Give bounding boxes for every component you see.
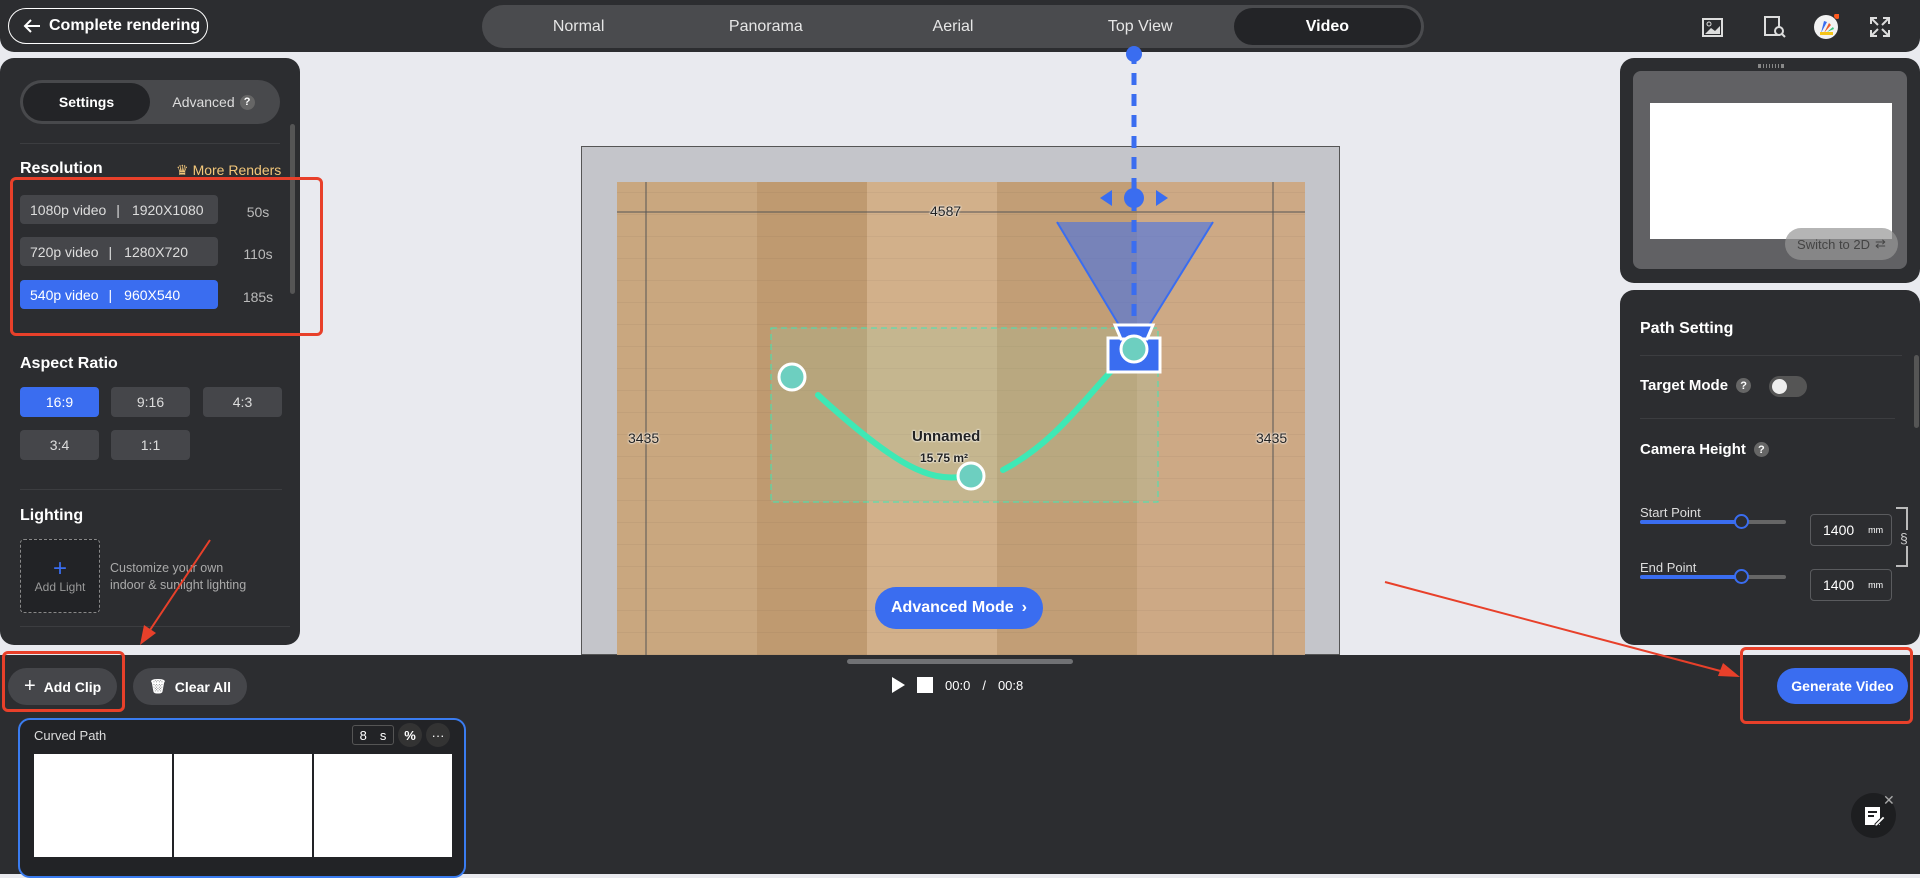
divider — [20, 143, 280, 144]
advanced-mode-label: Advanced Mode — [890, 599, 1014, 616]
end-height-input[interactable]: 1400 mm — [1810, 569, 1892, 601]
start-height-input[interactable]: 1400 mm — [1810, 514, 1892, 546]
left-dimension: 3435 — [628, 430, 660, 446]
camera-fov-cone — [1057, 222, 1213, 340]
target-mode-toggle[interactable] — [1769, 376, 1807, 397]
panel-scrollbar[interactable] — [1914, 355, 1919, 428]
end-height-slider[interactable] — [1640, 569, 1786, 584]
aspect-9-16[interactable]: 9:16 — [111, 387, 190, 417]
switch-icon: ⇄ — [1875, 236, 1886, 251]
advanced-mode-button[interactable]: Advanced Mode › — [875, 587, 1043, 629]
trash-icon: 🗑 — [149, 678, 167, 694]
rotate-handle — [1124, 188, 1144, 208]
path-setting-title: Path Setting — [1640, 320, 1734, 337]
right-dimension: 3435 — [1256, 430, 1288, 446]
plus-icon: + — [52, 555, 67, 582]
divider — [20, 489, 282, 490]
path-start-point[interactable] — [777, 362, 807, 392]
switch-2d-button[interactable]: Switch to 2D ⇄ — [1785, 228, 1898, 260]
chevron-right-icon: › — [1021, 599, 1027, 616]
clip-thumbnail — [174, 754, 312, 857]
drag-handle-icon[interactable] — [1758, 64, 1784, 68]
current-time: 00:0 — [945, 677, 971, 693]
unlink-icon[interactable]: % — [398, 723, 422, 747]
more-options-icon[interactable]: ··· — [426, 723, 450, 747]
annotation-box — [1740, 647, 1913, 724]
camera-height-row: Camera Height? — [1640, 441, 1769, 458]
annotation-box — [2, 651, 125, 712]
path-setting-panel: Path Setting Target Mode? Camera Height?… — [1620, 290, 1920, 645]
target-mode-row: Target Mode? — [1640, 377, 1752, 394]
clip-thumbnail — [314, 754, 452, 857]
direction-end-handle — [1126, 46, 1142, 62]
stop-icon[interactable] — [917, 677, 933, 693]
close-icon[interactable]: ✕ — [1883, 792, 1895, 809]
help-icon[interactable]: ? — [1736, 378, 1752, 393]
tab-advanced[interactable]: Advanced? — [150, 83, 277, 121]
resolution-title: Resolution — [20, 160, 103, 177]
end-point-label: End Point — [1640, 560, 1697, 575]
aspect-1-1[interactable]: 1:1 — [111, 430, 190, 460]
timeline-scrollbar[interactable] — [847, 659, 1073, 664]
annotation-box — [10, 177, 323, 336]
help-icon[interactable]: ? — [1753, 442, 1769, 457]
clip-title: Curved Path — [34, 728, 107, 743]
aspect-16-9[interactable]: 16:9 — [20, 387, 99, 417]
room-area: 15.75 m² — [920, 451, 969, 465]
clip-thumbnail — [34, 754, 172, 857]
clip-card[interactable]: Curved Path 8s % ··· — [18, 718, 466, 878]
aspect-4-3[interactable]: 4:3 — [203, 387, 282, 417]
settings-tabs: Settings Advanced? — [20, 80, 280, 124]
aspect-ratio-title: Aspect Ratio — [20, 355, 118, 372]
add-light-button[interactable]: + Add Light — [20, 539, 100, 613]
clear-all-button[interactable]: 🗑 Clear All — [133, 668, 248, 705]
lighting-description: Customize your own indoor & sunlight ligh… — [110, 561, 247, 592]
link-icon[interactable]: § — [1900, 530, 1908, 546]
lighting-title: Lighting — [20, 507, 84, 524]
room-name: Unnamed — [912, 428, 981, 445]
path-end-point[interactable] — [1119, 334, 1149, 364]
aspect-3-4[interactable]: 3:4 — [20, 430, 99, 460]
divider — [20, 626, 290, 627]
note-edit-icon — [1864, 806, 1885, 826]
start-height-slider[interactable] — [1640, 514, 1786, 529]
help-icon[interactable]: ? — [239, 94, 255, 110]
play-icon[interactable] — [891, 676, 905, 694]
start-point-label: Start Point — [1640, 505, 1701, 520]
clip-duration-input[interactable]: 8s — [352, 725, 394, 745]
path-mid-point[interactable] — [956, 461, 986, 491]
playback-controls: 00:0 / 00:8 — [891, 676, 1023, 694]
camera-preview-panel[interactable]: Switch to 2D ⇄ — [1620, 58, 1920, 283]
width-dimension: 4587 — [930, 203, 962, 219]
preview-image — [1650, 103, 1892, 239]
total-time: 00:8 — [997, 677, 1024, 693]
tab-settings[interactable]: Settings — [23, 83, 150, 121]
